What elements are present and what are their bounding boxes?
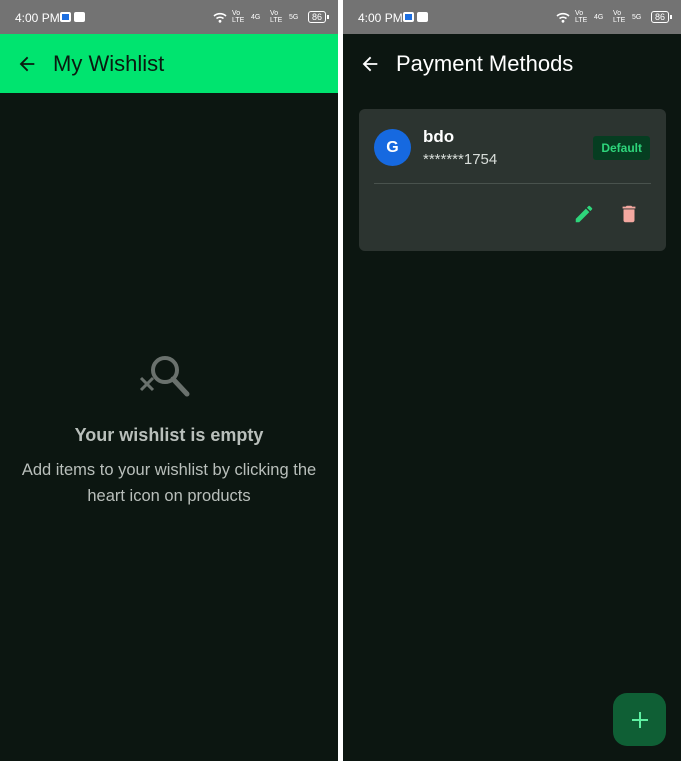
- page-title: Payment Methods: [396, 51, 574, 76]
- pencil-icon[interactable]: [573, 203, 595, 225]
- add-payment-method-button[interactable]: [613, 693, 666, 746]
- battery-icon: 86: [650, 11, 673, 23]
- avatar: G: [374, 129, 411, 166]
- wifi-icon: [556, 12, 570, 23]
- search-off-icon: [139, 356, 190, 397]
- app-bar: My Wishlist: [0, 34, 338, 93]
- signal-label: 4G: [593, 13, 604, 21]
- arrow-left-icon[interactable]: [359, 53, 381, 75]
- messenger-notification-icon: [60, 12, 71, 22]
- payment-method-name: bdo: [423, 127, 455, 146]
- status-time: 4:00 PM: [15, 11, 60, 25]
- trash-icon[interactable]: [618, 203, 640, 225]
- payment-methods-screen: 4:00 PM Vo LTE 4G Vo LTE 5G 86 Payment M…: [343, 0, 681, 761]
- screen-notification-icon: [417, 12, 428, 22]
- signal-label: 4G: [250, 13, 261, 21]
- arrow-left-icon[interactable]: [16, 53, 38, 75]
- page-title: My Wishlist: [53, 51, 165, 76]
- signal-label: Vo LTE: [269, 10, 283, 24]
- signal-label: 5G: [288, 13, 299, 21]
- signal-label: Vo LTE: [612, 10, 626, 24]
- payment-method-card[interactable]: G bdo *******1754 Default: [359, 109, 666, 251]
- payment-method-number: *******1754: [423, 151, 498, 168]
- signal-label: Vo LTE: [231, 10, 245, 24]
- battery-icon: 86: [307, 11, 330, 23]
- messenger-notification-icon: [403, 12, 414, 22]
- status-bar: 4:00 PM Vo LTE 4G Vo LTE 5G 86: [0, 0, 338, 34]
- screen-notification-icon: [74, 12, 85, 22]
- empty-state-subtitle: Add items to your wishlist by clicking t…: [21, 461, 317, 505]
- divider: [374, 183, 651, 184]
- signal-label: Vo LTE: [574, 10, 588, 24]
- wishlist-screen: 4:00 PM Vo LTE 4G Vo LTE 5G 86 My Wishli…: [0, 0, 338, 761]
- wifi-icon: [213, 12, 227, 23]
- status-time: 4:00 PM: [358, 11, 403, 25]
- default-badge: Default: [593, 136, 650, 160]
- signal-label: 5G: [631, 13, 642, 21]
- plus-icon: [631, 711, 648, 728]
- status-bar: 4:00 PM Vo LTE 4G Vo LTE 5G 86: [343, 0, 681, 34]
- empty-state-title: Your wishlist is empty: [74, 425, 264, 445]
- app-bar: Payment Methods: [343, 34, 681, 93]
